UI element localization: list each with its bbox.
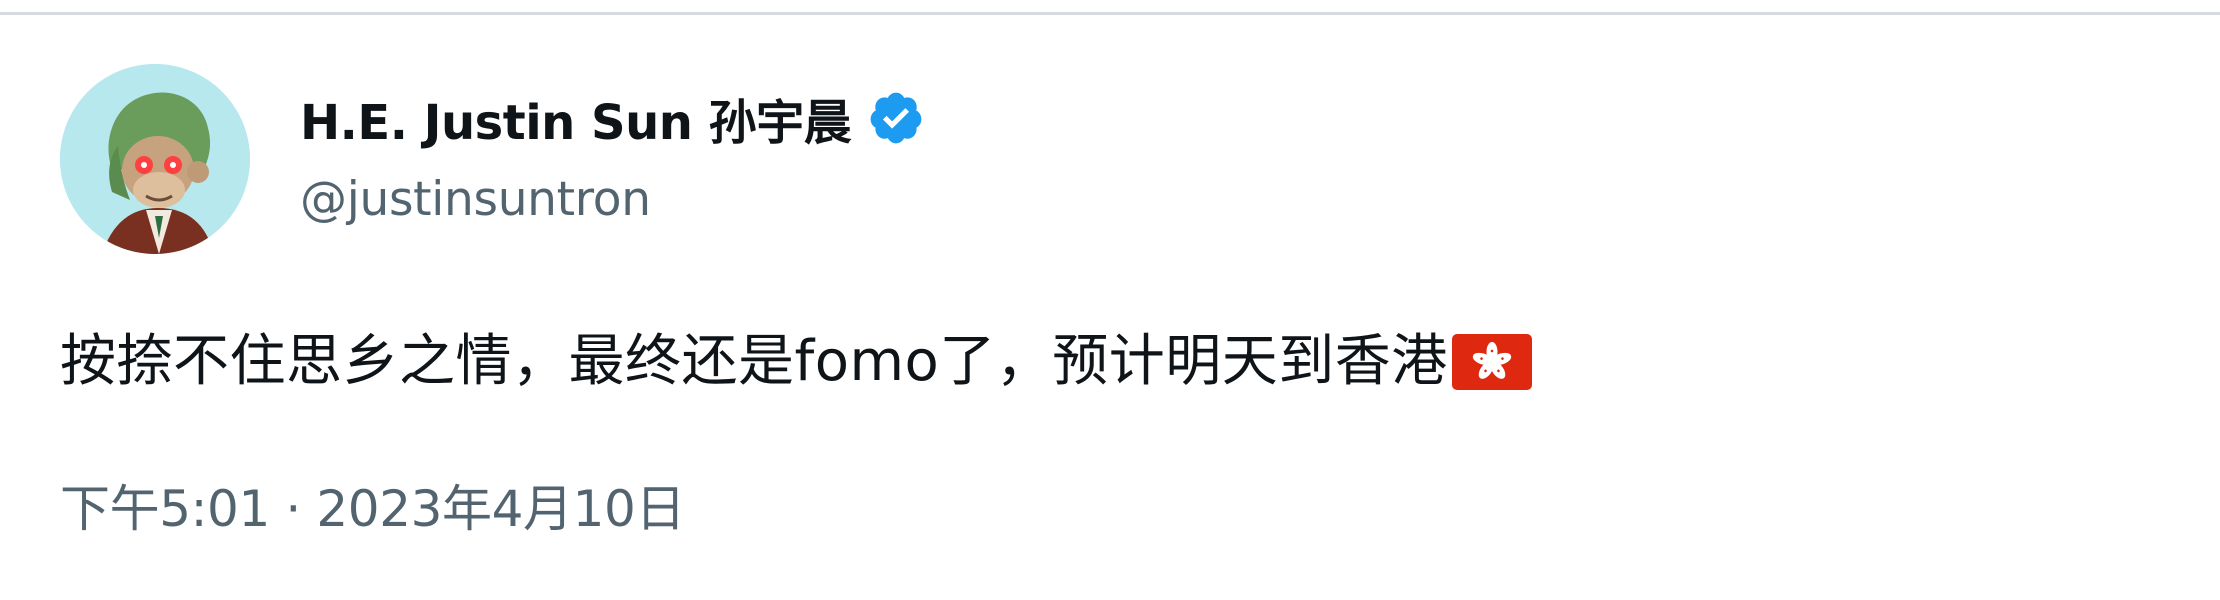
tweet-date[interactable]: 2023年4月10日 [316, 480, 685, 538]
tweet-card: H.E. Justin Sun 孙宇晨 @justinsuntron 按捺不住思… [0, 0, 2220, 600]
tweet-metadata: 下午5:01 · 2023年4月10日 [60, 474, 685, 544]
author-display-name[interactable]: H.E. Justin Sun 孙宇晨 [300, 83, 852, 153]
author-avatar[interactable] [60, 64, 250, 254]
tweet-header: H.E. Justin Sun 孙宇晨 @justinsuntron [300, 82, 925, 232]
tweet-text: 按捺不住思乡之情，最终还是fomo了，预计明天到香港 [60, 329, 1448, 394]
hong-kong-flag-icon [1451, 334, 1532, 390]
tweet-text-row: 按捺不住思乡之情，最终还是fomo了，预计明天到香港 [60, 322, 1532, 402]
metadata-separator: · [285, 480, 301, 538]
name-row: H.E. Justin Sun 孙宇晨 [300, 82, 925, 154]
author-handle[interactable]: @justinsuntron [300, 172, 925, 227]
ape-avatar-icon [60, 64, 250, 254]
verified-badge-icon [867, 89, 925, 147]
tweet-time[interactable]: 下午5:01 [60, 480, 270, 538]
screenshot-frame: H.E. Justin Sun 孙宇晨 @justinsuntron 按捺不住思… [0, 0, 2220, 600]
